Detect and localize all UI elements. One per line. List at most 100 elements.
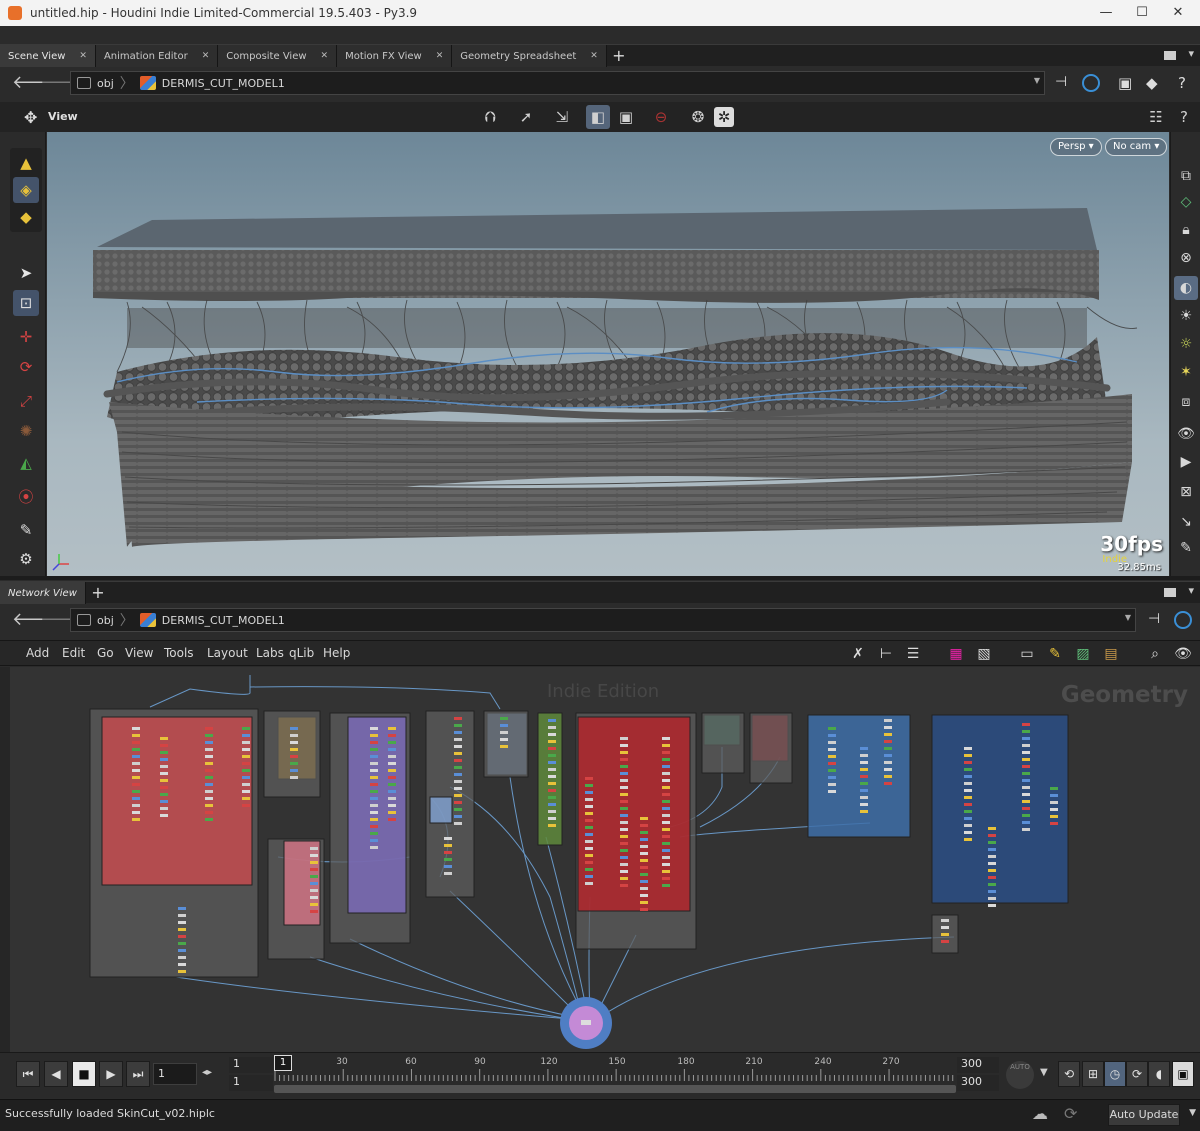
network-node[interactable] [1050, 801, 1058, 804]
network-node[interactable] [1050, 808, 1058, 811]
network-node[interactable] [585, 833, 593, 836]
network-node[interactable] [620, 807, 628, 810]
path-segment-node[interactable]: DERMIS_CUT_MODEL1 [134, 76, 291, 90]
network-node[interactable] [160, 758, 168, 761]
network-node[interactable] [310, 910, 318, 913]
shading-mode-icon[interactable]: ◐ [1174, 276, 1198, 300]
network-node[interactable] [160, 800, 168, 803]
network-node[interactable] [290, 776, 298, 779]
network-node[interactable] [662, 807, 670, 810]
network-node[interactable] [662, 786, 670, 789]
network-node[interactable] [640, 894, 648, 897]
perspective-menu-button[interactable]: Persp ▾ [1050, 138, 1102, 156]
network-node[interactable] [964, 831, 972, 834]
network-node[interactable] [1050, 794, 1058, 797]
network-node[interactable] [178, 963, 186, 966]
tab-animation-editor[interactable]: Animation Editor ✕ [95, 45, 219, 67]
network-node[interactable] [388, 811, 396, 814]
path-segment-obj[interactable]: obj [71, 77, 120, 90]
visibility-icon[interactable]: 👁︎ [1173, 644, 1193, 664]
network-node[interactable] [132, 741, 140, 744]
menu-qlib[interactable]: qLib [289, 646, 314, 660]
network-node[interactable] [205, 776, 213, 779]
link-icon[interactable] [1082, 74, 1100, 92]
network-node[interactable] [160, 807, 168, 810]
network-node[interactable] [388, 783, 396, 786]
network-node[interactable] [620, 793, 628, 796]
scene-path-field[interactable]: obj 〉 DERMIS_CUT_MODEL1 ▼ [70, 71, 1045, 95]
jump-to-start-button[interactable]: ⏮ [16, 1061, 40, 1087]
network-node[interactable] [160, 737, 168, 740]
view-tool-icon[interactable]: ✥ [24, 108, 37, 127]
network-node[interactable] [454, 738, 462, 741]
network-node[interactable] [132, 769, 140, 772]
network-node[interactable] [242, 797, 250, 800]
network-node[interactable] [548, 726, 556, 729]
pin-icon[interactable]: ⊣ [1055, 74, 1067, 90]
network-node[interactable] [1022, 800, 1030, 803]
network-node[interactable] [884, 726, 892, 729]
network-node[interactable] [585, 819, 593, 822]
menu-labs[interactable]: Labs [256, 646, 284, 660]
network-node[interactable] [620, 737, 628, 740]
network-node[interactable] [585, 854, 593, 857]
network-node[interactable] [640, 901, 648, 904]
network-node[interactable] [444, 858, 452, 861]
network-node[interactable] [860, 775, 868, 778]
network-node[interactable] [640, 845, 648, 848]
network-node[interactable] [548, 810, 556, 813]
network-node[interactable] [310, 854, 318, 857]
settings-gear-icon[interactable]: ✲ [714, 107, 734, 127]
network-node[interactable] [388, 790, 396, 793]
network-pin-icon[interactable]: ⊣ [1148, 611, 1160, 627]
network-node[interactable] [828, 776, 836, 779]
network-node[interactable] [585, 882, 593, 885]
network-node[interactable] [454, 731, 462, 734]
select-edges-icon[interactable]: ◈ [13, 177, 39, 203]
playback-range-bar[interactable] [274, 1085, 956, 1093]
network-node[interactable] [620, 870, 628, 873]
wrench-icon[interactable]: ✗ [848, 644, 868, 664]
disabled-tool-icon[interactable]: ⊖ [649, 105, 673, 129]
network-node[interactable] [662, 793, 670, 796]
network-node[interactable] [454, 717, 462, 720]
network-node[interactable] [388, 727, 396, 730]
network-node[interactable] [884, 775, 892, 778]
network-node[interactable] [290, 769, 298, 772]
paint-tool-icon[interactable]: ✎ [13, 517, 39, 543]
network-node[interactable] [205, 734, 213, 737]
network-node[interactable] [620, 786, 628, 789]
network-node[interactable] [454, 808, 462, 811]
network-node[interactable] [178, 928, 186, 931]
network-node[interactable] [454, 801, 462, 804]
network-node[interactable] [860, 768, 868, 771]
network-node[interactable] [132, 790, 140, 793]
network-node[interactable] [388, 748, 396, 751]
network-node[interactable] [884, 761, 892, 764]
network-box[interactable] [577, 716, 691, 912]
network-node[interactable] [454, 780, 462, 783]
network-node[interactable] [242, 734, 250, 737]
network-node[interactable] [828, 741, 836, 744]
network-box[interactable] [101, 716, 253, 886]
network-node[interactable] [640, 817, 648, 820]
stop-button[interactable]: ■ [72, 1061, 96, 1087]
network-node[interactable] [500, 738, 508, 741]
current-frame-field[interactable]: 1 [153, 1063, 197, 1085]
network-node[interactable] [370, 804, 378, 807]
network-node[interactable] [640, 866, 648, 869]
network-node[interactable] [620, 821, 628, 824]
network-node[interactable] [988, 841, 996, 844]
network-node[interactable] [548, 789, 556, 792]
network-node[interactable] [620, 863, 628, 866]
network-node[interactable] [132, 727, 140, 730]
display-options-icon[interactable]: ◆ [1146, 74, 1158, 92]
path-dropdown-icon[interactable]: ▼ [1034, 76, 1040, 85]
network-pane-menu-icon[interactable]: ▾ [1188, 584, 1194, 597]
network-node[interactable] [640, 824, 648, 827]
ghost-icon[interactable]: ⊗ [1174, 246, 1198, 270]
network-node[interactable] [205, 769, 213, 772]
network-node[interactable] [964, 761, 972, 764]
network-path-segment-obj[interactable]: obj [71, 614, 120, 627]
pane-menu-icon[interactable]: ▾ [1188, 47, 1194, 60]
